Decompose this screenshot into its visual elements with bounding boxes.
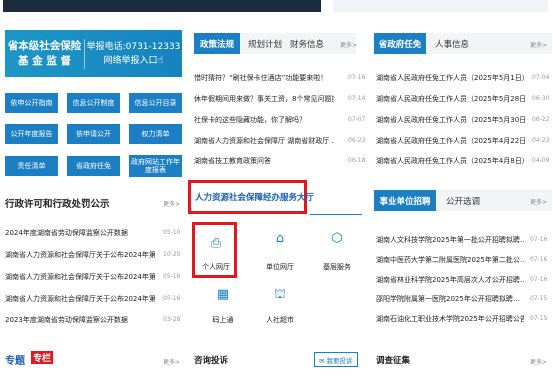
divider (310, 214, 362, 215)
list-item-date: 07-15 (530, 295, 548, 302)
list-item-date: 06-23 (348, 137, 366, 144)
list-item[interactable]: 湖南省人力资源和社会保障厅 湖南省财政厅 … (194, 136, 334, 146)
list-item[interactable]: 社保卡的这些隐藏功能，你了解吗？ (194, 115, 334, 125)
list-item-date: 07-07 (348, 116, 366, 123)
tab-appoint[interactable]: 省政府任免 (374, 33, 426, 54)
market-icon[interactable]: ⛫ (250, 287, 310, 304)
header-image-right[interactable] (333, 0, 548, 12)
grassroots-icon[interactable]: ⬡ (307, 231, 367, 246)
tab-policy[interactable]: 政策法规 (194, 33, 240, 54)
service-grassroots[interactable]: 基层服务 (307, 262, 367, 272)
pointing-hand-icon: ☝ (157, 54, 164, 66)
quick-button[interactable]: 权力清单 (129, 124, 182, 144)
appoint-more-link[interactable]: 更多> (530, 40, 547, 49)
list-item-date: 06-22 (532, 116, 550, 123)
mail-icon: ✉ (319, 357, 325, 365)
list-item[interactable]: 2024年度湖南省劳动保障监察公开数据 (5, 228, 155, 238)
report-entry-text: 网络举报入口 (103, 55, 158, 66)
list-item[interactable]: 湖南省人民政府任免工作人员（2025年5月28日） (376, 94, 526, 104)
header-image-left[interactable] (3, 0, 321, 12)
quick-button[interactable]: 信息公开目录 (129, 93, 182, 113)
survey-title: 调查征集 (376, 356, 411, 366)
recruit-more-link[interactable]: 更多> (530, 197, 547, 206)
tab-plan[interactable]: 规划计划 (248, 38, 282, 50)
list-item[interactable]: 湖南省人力资源和社会保障厅关于公布2024年第三季… (5, 250, 155, 260)
hotline-text: 举报电话:0731-12333 (86, 41, 181, 52)
complaint-button[interactable]: ✉ 我要投诉 (314, 352, 358, 367)
quick-button[interactable]: 公开年度报告 (5, 124, 58, 144)
list-item-date: 04-23 (532, 137, 550, 144)
tab-personnel[interactable]: 人事信息 (435, 38, 469, 50)
qrcode-icon[interactable]: ▦ (193, 287, 253, 302)
special-badge: 专栏 (31, 351, 54, 364)
survey-more-link[interactable]: 更多> (530, 357, 547, 366)
list-item[interactable]: 惜时猜符？“刷社保卡住酒店”功能要来啦！ (194, 73, 334, 83)
tab-finance[interactable]: 财务信息 (290, 38, 324, 50)
social-insurance-banner[interactable]: 省本级社会保险 基 金 监 督 举报电话:0731-12333 网络举报入口☝ (5, 30, 182, 77)
tab-recruit[interactable]: 事业单位招聘 (374, 190, 436, 211)
quick-button[interactable]: 政府网站工作年度报表 (129, 155, 182, 177)
list-item-date: 04-09 (532, 157, 550, 164)
quick-button[interactable]: 依申请公开 (67, 124, 120, 144)
list-item[interactable]: 湖南省人力资源和社会保障厅关于公布2024年第一季… (5, 294, 155, 304)
list-item-date: 07-15 (530, 315, 548, 322)
list-item[interactable]: 休年假期间用来做？事关工资，8个常见问题提… (194, 94, 334, 104)
complaint-button-label: 我要投诉 (326, 357, 353, 365)
list-item[interactable]: 2023年度湖南省劳动保障监察公开数据 (5, 315, 155, 325)
service-personal[interactable]: 个人网厅 (186, 262, 246, 272)
quick-button[interactable]: 依申公开指南 (5, 93, 58, 113)
service-title[interactable]: 人力资源社会保障经办服务大厅 (195, 191, 314, 203)
list-item-date: 07-16 (530, 276, 548, 283)
list-item-date: 03-28 (163, 316, 181, 323)
personal-icon[interactable]: ⎙ (186, 236, 246, 251)
list-item[interactable]: 湖南省人民政府任免工作人员（2025年4月22日） (376, 136, 526, 146)
list-item[interactable]: 湖南省人民政府任免工作人员（2025年4月8日） (376, 156, 526, 166)
service-market[interactable]: 人社超市 (250, 315, 310, 325)
banner-left-line2: 基 金 监 督 (18, 54, 71, 67)
permit-more-link[interactable]: 更多> (163, 199, 180, 208)
list-item[interactable]: 湖南人文科技学院2025年第一批公开招聘拟聘… (376, 235, 524, 245)
list-item[interactable]: 湖南省技工教育政策问答 (194, 156, 334, 166)
banner-left: 省本级社会保险 基 金 监 督 (5, 38, 85, 69)
list-item-date: 07-16 (348, 74, 366, 81)
home-icon[interactable]: ⌂ (250, 231, 310, 246)
special-more-link[interactable]: 更多> (163, 357, 180, 366)
quick-button[interactable]: 责任清单 (5, 156, 58, 176)
list-item[interactable]: 湖南省人民政府任免工作人员（2025年5月30日） (376, 115, 526, 125)
quick-button[interactable]: 信息公开制度 (67, 93, 120, 113)
service-qrcode[interactable]: 码上通 (193, 315, 253, 325)
list-item[interactable]: 湖南省人民政府任免工作人员（2025年5月1日） (376, 73, 526, 83)
list-item-date: 05-16 (163, 295, 181, 302)
list-item-date: 06-30 (532, 95, 550, 102)
list-item-date: 07-16 (530, 236, 548, 243)
list-item-date: 07-04 (532, 74, 550, 81)
list-item[interactable]: 湖南石油化工职业技术学院2025年公开招聘公告 (376, 314, 524, 324)
list-item-date: 07-14 (348, 95, 366, 102)
list-item[interactable]: 湖南中医药大学第二附属医院2025年第二批公… (376, 255, 524, 265)
quick-button[interactable]: 省政府任免 (67, 156, 120, 176)
permit-title: 行政许可和行政处罚公示 (5, 199, 110, 210)
list-item-date: 05-16 (163, 273, 181, 280)
special-title: 专题 (5, 356, 25, 367)
tab-transfer[interactable]: 公开选调 (446, 195, 480, 207)
list-item-date: 05-10 (163, 229, 181, 236)
list-item-date: 10-25 (163, 251, 181, 258)
consult-title: 咨询投诉 (194, 356, 229, 366)
service-unit[interactable]: 单位网厅 (250, 262, 310, 272)
policy-more-link[interactable]: 更多> (340, 40, 357, 49)
list-item-date: 07-16 (530, 256, 548, 263)
list-item[interactable]: 湖南省林业科学院2025年高层次人才公开招聘… (376, 275, 524, 285)
list-item-date: 06-18 (348, 157, 366, 164)
banner-left-line1: 省本级社会保险 (7, 39, 82, 52)
banner-right: 举报电话:0731-12333 网络举报入口☝ (85, 40, 182, 68)
list-item[interactable]: 邵阳学院附属第一医院2025年公开招聘拟聘… (376, 294, 524, 304)
list-item[interactable]: 湖南省人力资源和社会保障厅关于公布2024年第一季… (5, 272, 155, 282)
